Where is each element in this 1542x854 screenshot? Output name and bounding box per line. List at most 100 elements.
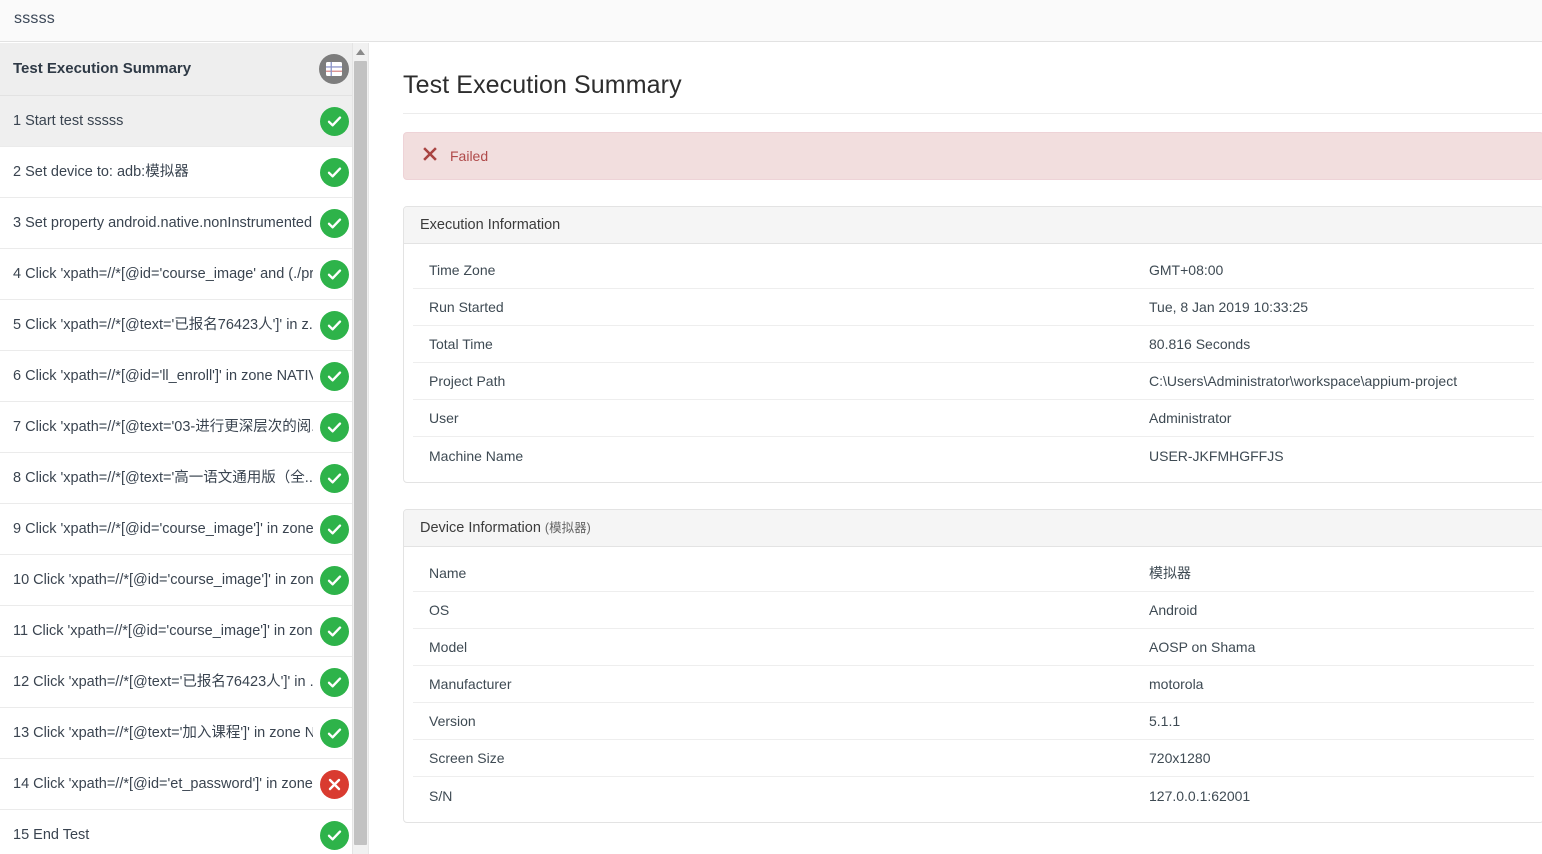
row-value: Tue, 8 Jan 2019 10:33:25 (1149, 299, 1309, 315)
step-item[interactable]: 4 Click 'xpath=//*[@id='course_image' an… (0, 249, 368, 300)
pass-status-icon (320, 719, 349, 748)
window-title-bar: sssss (0, 0, 1542, 42)
step-label: 7 Click 'xpath=//*[@text='03-进行更深层次的阅... (13, 419, 313, 435)
row-value: AOSP on Shama (1149, 639, 1256, 655)
row-value: Android (1149, 602, 1198, 618)
status-banner-failed: Failed (403, 132, 1542, 180)
sidebar-scrollbar[interactable] (352, 43, 368, 854)
step-label: 9 Click 'xpath=//*[@id='course_image']' … (13, 521, 313, 537)
pass-status-icon (320, 617, 349, 646)
scroll-up-arrow-icon[interactable] (353, 43, 368, 60)
row-value: GMT+08:00 (1149, 262, 1224, 278)
step-item[interactable]: 11 Click 'xpath=//*[@id='course_image']'… (0, 606, 368, 657)
row-key: Manufacturer (429, 676, 512, 692)
sidebar-scrollbar-thumb[interactable] (354, 61, 367, 845)
row-value: motorola (1149, 676, 1204, 692)
x-mark-icon (422, 146, 438, 167)
device-information-heading-text: Device Information (420, 520, 541, 536)
step-label: 15 End Test (13, 827, 90, 843)
steps-list: 1 Start test sssss 2 Set device to: adb:模… (0, 96, 368, 854)
sidebar-title: Test Execution Summary (13, 60, 192, 77)
status-banner-text: Failed (450, 148, 489, 164)
step-item[interactable]: 14 Click 'xpath=//*[@id='et_password']' … (0, 759, 368, 810)
pass-status-icon (320, 311, 349, 340)
title-divider (403, 113, 1542, 114)
step-label: 4 Click 'xpath=//*[@id='course_image' an… (13, 266, 313, 282)
step-label: 3 Set property android.native.nonInstrum… (13, 215, 313, 231)
step-label: 6 Click 'xpath=//*[@id='ll_enroll']' in … (13, 368, 313, 384)
step-item[interactable]: 8 Click 'xpath=//*[@text='高一语文通用版（全... (0, 453, 368, 504)
main-panel: Test Execution Summary Failed Execution … (370, 43, 1542, 854)
step-label: 13 Click 'xpath=//*[@text='加入课程']' in zo… (13, 725, 313, 741)
pass-status-icon (320, 260, 349, 289)
step-label: 12 Click 'xpath=//*[@text='已报名76423人']' … (13, 674, 313, 690)
fail-status-icon (320, 770, 349, 799)
row-value: 127.0.0.1:62001 (1149, 787, 1251, 804)
table-row: Model AOSP on Shama (413, 629, 1534, 666)
table-row: Name 模拟器 (413, 555, 1534, 592)
table-row: User Administrator (413, 400, 1534, 437)
row-key: Project Path (429, 373, 506, 389)
pass-status-icon (320, 413, 349, 442)
table-row: Screen Size 720x1280 (413, 740, 1534, 777)
step-item[interactable]: 13 Click 'xpath=//*[@text='加入课程']' in zo… (0, 708, 368, 759)
step-item[interactable]: 3 Set property android.native.nonInstrum… (0, 198, 368, 249)
window-title: sssss (14, 10, 55, 27)
table-row: Manufacturer motorola (413, 666, 1534, 703)
step-item[interactable]: 7 Click 'xpath=//*[@text='03-进行更深层次的阅... (0, 402, 368, 453)
table-row: S/N 127.0.0.1:62001 (413, 777, 1534, 814)
content-area: Test Execution Summary 1 Start test ssss… (0, 43, 1542, 854)
step-label: 5 Click 'xpath=//*[@text='已报名76423人']' i… (13, 317, 313, 333)
row-key: OS (429, 602, 450, 618)
grid-list-icon[interactable] (319, 54, 349, 84)
sidebar-header: Test Execution Summary (0, 43, 368, 96)
device-information-rows: Name 模拟器 OS Android Model AOSP on Shama Manufa… (404, 555, 1542, 814)
device-information-heading-sub: (模拟器) (544, 521, 591, 535)
row-key: Screen Size (429, 750, 505, 766)
pass-status-icon (320, 821, 349, 850)
row-key: User (429, 410, 459, 426)
step-item[interactable]: 15 End Test (0, 810, 368, 854)
execution-information-heading: Execution Information (404, 207, 1542, 244)
table-row: Machine Name USER-JKFMHGFFJS (413, 437, 1534, 474)
step-item[interactable]: 6 Click 'xpath=//*[@id='ll_enroll']' in … (0, 351, 368, 402)
page-title: Test Execution Summary (403, 71, 682, 99)
execution-information-rows: Time Zone GMT+08:00 Run Started Tue, 8 Jan … (404, 252, 1542, 474)
execution-information-panel: Execution Information Time Zone GMT+08:00… (403, 206, 1542, 483)
pass-status-icon (320, 209, 349, 238)
row-key: Run Started (429, 299, 504, 315)
pass-status-icon (320, 107, 349, 136)
row-key: Version (429, 713, 476, 729)
device-information-heading: Device Information (模拟器) (404, 510, 1542, 547)
table-row: Version 5.1.1 (413, 703, 1534, 740)
row-key: Time Zone (429, 262, 496, 278)
table-row: Time Zone GMT+08:00 (413, 252, 1534, 289)
step-item[interactable]: 9 Click 'xpath=//*[@id='course_image']' … (0, 504, 368, 555)
row-value: Administrator (1149, 410, 1232, 426)
row-key: Name (429, 565, 467, 581)
step-label: 11 Click 'xpath=//*[@id='course_image']'… (13, 623, 313, 639)
table-row: Project Path C:\Users\Administrator\works… (413, 363, 1534, 400)
step-label: 2 Set device to: adb:模拟器 (13, 164, 189, 180)
row-value: C:\Users\Administrator\workspace\appium-… (1149, 373, 1458, 389)
device-information-panel: Device Information (模拟器) Name 模拟器 OS Androi… (403, 509, 1542, 823)
step-label: 10 Click 'xpath=//*[@id='course_image']'… (13, 572, 313, 588)
table-row: Run Started Tue, 8 Jan 2019 10:33:25 (413, 289, 1534, 326)
step-item[interactable]: 12 Click 'xpath=//*[@text='已报名76423人']' … (0, 657, 368, 708)
pass-status-icon (320, 464, 349, 493)
step-item[interactable]: 2 Set device to: adb:模拟器 (0, 147, 368, 198)
table-row: Total Time 80.816 Seconds (413, 326, 1534, 363)
step-item[interactable]: 5 Click 'xpath=//*[@text='已报名76423人']' i… (0, 300, 368, 351)
step-item[interactable]: 1 Start test sssss (0, 96, 368, 147)
pass-status-icon (320, 158, 349, 187)
steps-sidebar: Test Execution Summary 1 Start test ssss… (0, 43, 369, 854)
row-value: 80.816 Seconds (1149, 336, 1251, 352)
table-row: OS Android (413, 592, 1534, 629)
execution-information-heading-text: Execution Information (420, 217, 561, 233)
row-key: Total Time (429, 336, 493, 352)
pass-status-icon (320, 362, 349, 391)
step-item[interactable]: 10 Click 'xpath=//*[@id='course_image']'… (0, 555, 368, 606)
row-value: 720x1280 (1149, 750, 1211, 766)
row-key: Model (429, 639, 468, 655)
pass-status-icon (320, 515, 349, 544)
